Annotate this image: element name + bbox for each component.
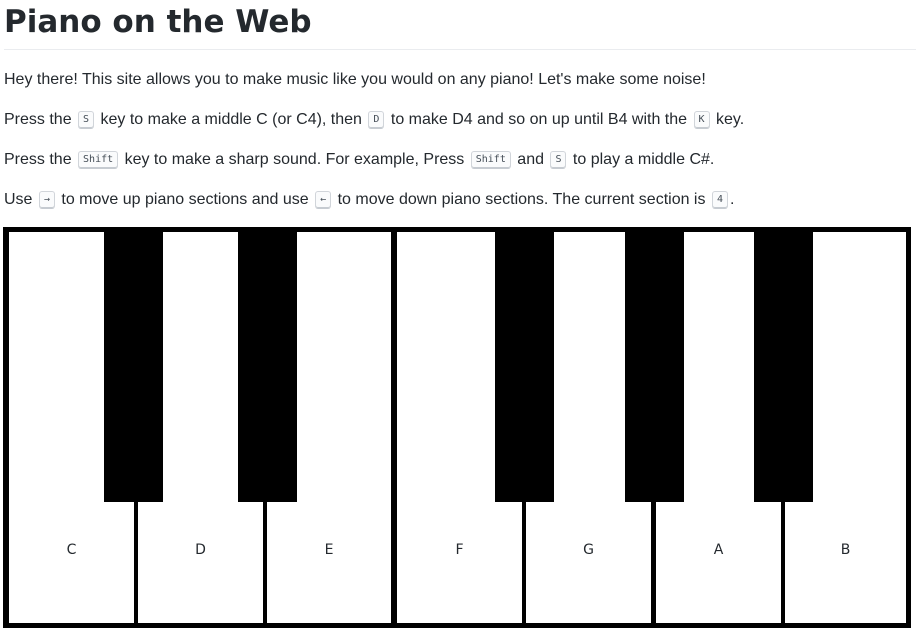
key-label-a: A <box>713 542 724 558</box>
piano-keyboard: C D E F G A B <box>3 227 911 628</box>
intro-paragraph: Hey there! This site allows you to make … <box>4 69 706 91</box>
sharp-text-4: to play a middle C#. <box>568 151 715 168</box>
title-divider <box>4 49 916 50</box>
key-label-c: C <box>66 542 77 558</box>
sharp-text-3: and <box>512 151 549 168</box>
key-label-e: E <box>324 542 334 558</box>
notes-paragraph: Press the S key to make a middle C (or C… <box>4 109 744 131</box>
key-hint-s-example: S <box>550 151 567 169</box>
key-label-d: D <box>195 542 206 558</box>
key-hint-shift: Shift <box>78 151 119 169</box>
key-label-g: G <box>583 542 594 558</box>
key-hint-shift-example: Shift <box>470 151 511 169</box>
section-text-2: to move up piano sections and use <box>56 191 314 208</box>
black-key-d-sharp[interactable] <box>238 227 297 502</box>
key-hint-arrow-left: ← <box>315 191 332 209</box>
key-hint-k: K <box>693 111 710 129</box>
intro-text: Hey there! This site allows you to make … <box>4 71 706 88</box>
key-hint-s: S <box>78 111 95 129</box>
sharp-paragraph: Press the Shift key to make a sharp soun… <box>4 149 714 171</box>
section-paragraph: Use → to move up piano sections and use … <box>4 189 734 211</box>
sharp-text-2: key to make a sharp sound. For example, … <box>120 151 469 168</box>
black-key-c-sharp[interactable] <box>104 227 163 502</box>
section-text-3: to move down piano sections. The current… <box>333 191 710 208</box>
section-text-1: Use <box>4 191 37 208</box>
sharp-text-1: Press the <box>4 151 77 168</box>
notes-text-1: Press the <box>4 111 77 128</box>
black-key-a-sharp[interactable] <box>754 227 813 502</box>
black-key-g-sharp[interactable] <box>625 227 684 502</box>
section-text-4: . <box>729 191 735 208</box>
current-section-indicator: 4 <box>711 191 728 209</box>
key-hint-arrow-right: → <box>38 191 55 209</box>
notes-text-4: key. <box>711 111 745 128</box>
key-label-f: F <box>455 542 464 558</box>
black-key-f-sharp[interactable] <box>495 227 554 502</box>
notes-text-3: to make D4 and so on up until B4 with th… <box>386 111 692 128</box>
notes-text-2: key to make a middle C (or C4), then <box>96 111 367 128</box>
key-label-b: B <box>840 542 851 558</box>
key-hint-d: D <box>368 111 385 129</box>
page-title: Piano on the Web <box>4 4 312 40</box>
